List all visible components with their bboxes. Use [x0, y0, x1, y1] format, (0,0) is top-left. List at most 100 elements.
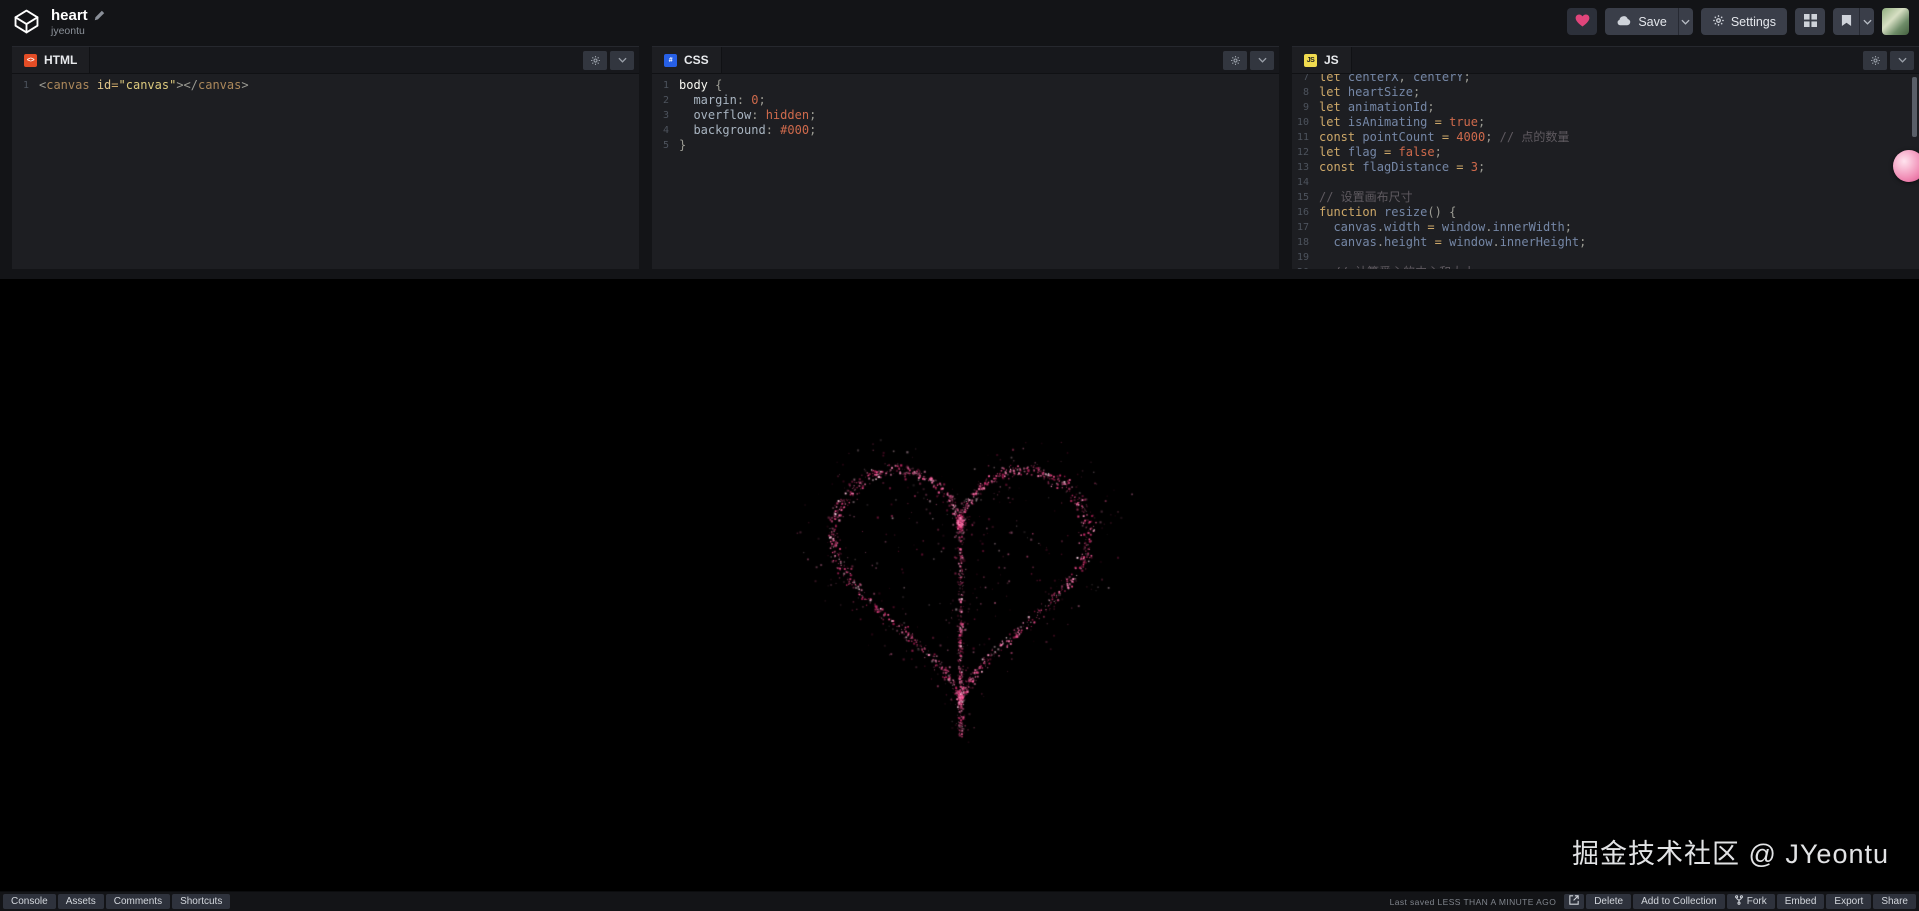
html-tab[interactable]: <> HTML: [12, 47, 90, 73]
js-icon: JS: [1304, 54, 1317, 67]
code-line: 18 canvas.height = window.innerHeight;: [1292, 235, 1919, 250]
css-tab[interactable]: # CSS: [652, 47, 722, 73]
code-line: 8let heartSize;: [1292, 85, 1919, 100]
line-number: 12: [1292, 145, 1319, 160]
html-editor-panel: <> HTML 1<canvas id="canvas"></canvas>: [12, 46, 639, 269]
codepen-logo[interactable]: [12, 8, 40, 36]
header: heart jyeontu Save: [0, 0, 1919, 43]
code-line: 20 // 计算爱心的中心和大小: [1292, 265, 1919, 269]
code-line: 1body {: [652, 78, 1279, 93]
codepen-editor-app: heart jyeontu Save: [0, 0, 1919, 911]
delete-button[interactable]: Delete: [1586, 894, 1631, 909]
floating-widget-badge[interactable]: [1893, 150, 1919, 182]
line-number: 13: [1292, 160, 1319, 175]
bookmark-button[interactable]: [1833, 8, 1859, 35]
html-panel-header: <> HTML: [12, 47, 639, 74]
line-number: 8: [1292, 85, 1319, 100]
footer-left: Console Assets Comments Shortcuts: [3, 894, 230, 909]
change-view-button[interactable]: [1795, 8, 1825, 35]
bookmark-button-group: [1833, 8, 1874, 35]
settings-button[interactable]: Settings: [1701, 8, 1787, 35]
like-button[interactable]: [1567, 8, 1597, 35]
code-line: 7let centerX, centerY;: [1292, 74, 1919, 85]
editor-row: <> HTML 1<canvas id="canvas"></canvas> #: [0, 43, 1919, 279]
line-number: 1: [652, 78, 679, 93]
code-line: 12let flag = false;: [1292, 145, 1919, 160]
line-number: 9: [1292, 100, 1319, 115]
save-button-group: Save: [1605, 8, 1693, 35]
js-editor-settings-button[interactable]: [1863, 51, 1887, 70]
line-number: 7: [1292, 74, 1319, 85]
html-icon: <>: [24, 54, 37, 67]
footer-right: Last saved LESS THAN A MINUTE AGO Delete…: [1390, 894, 1916, 909]
user-avatar[interactable]: [1882, 8, 1909, 35]
cloud-icon: [1616, 15, 1632, 29]
layout-grid-icon: [1804, 14, 1817, 30]
line-number: 5: [652, 138, 679, 153]
pen-author[interactable]: jyeontu: [51, 25, 105, 37]
line-number: 11: [1292, 130, 1319, 145]
css-code-area[interactable]: 1body {2 margin: 0;3 overflow: hidden;4 …: [652, 74, 1279, 269]
code-line: 2 margin: 0;: [652, 93, 1279, 108]
code-line: 4 background: #000;: [652, 123, 1279, 138]
assets-button[interactable]: Assets: [58, 894, 104, 909]
watermark: 掘金技术社区 @ JYeontu: [1572, 832, 1889, 871]
css-panel-header: # CSS: [652, 47, 1279, 74]
css-tab-label: CSS: [684, 53, 709, 67]
js-panel-header: JS JS: [1292, 47, 1919, 74]
line-number: 20: [1292, 265, 1319, 269]
line-number: 1: [12, 78, 39, 93]
css-panel-actions: [1223, 47, 1279, 73]
export-button[interactable]: Export: [1826, 894, 1871, 909]
line-number: 2: [652, 93, 679, 108]
header-left: heart jyeontu: [12, 7, 105, 37]
html-code-area[interactable]: 1<canvas id="canvas"></canvas>: [12, 74, 639, 269]
code-line: 5}: [652, 138, 1279, 153]
share-button[interactable]: Share: [1873, 894, 1916, 909]
comments-button[interactable]: Comments: [106, 894, 170, 909]
embed-button[interactable]: Embed: [1777, 894, 1825, 909]
console-button[interactable]: Console: [3, 894, 56, 909]
line-number: 14: [1292, 175, 1319, 190]
add-to-collection-button[interactable]: Add to Collection: [1633, 894, 1725, 909]
css-editor-collapse-button[interactable]: [1250, 51, 1274, 70]
code-line: 11const pointCount = 4000; // 点的数量: [1292, 130, 1919, 145]
fork-button[interactable]: Fork: [1727, 894, 1775, 909]
fork-icon: [1735, 895, 1743, 908]
js-tab[interactable]: JS JS: [1292, 47, 1352, 73]
code-line: 10let isAnimating = true;: [1292, 115, 1919, 130]
line-number: 4: [652, 123, 679, 138]
save-dropdown-button[interactable]: [1678, 8, 1693, 35]
line-number: 16: [1292, 205, 1319, 220]
code-line: 3 overflow: hidden;: [652, 108, 1279, 123]
shortcuts-button[interactable]: Shortcuts: [172, 894, 230, 909]
html-editor-collapse-button[interactable]: [610, 51, 634, 70]
save-button[interactable]: Save: [1605, 8, 1678, 35]
code-line: 17 canvas.width = window.innerWidth;: [1292, 220, 1919, 235]
footer: Console Assets Comments Shortcuts Last s…: [0, 891, 1919, 911]
header-right: Save Settings: [1567, 8, 1909, 35]
css-editor-settings-button[interactable]: [1223, 51, 1247, 70]
code-line: 19: [1292, 250, 1919, 265]
settings-label: Settings: [1731, 15, 1776, 29]
fork-label: Fork: [1747, 896, 1767, 907]
code-line: 14: [1292, 175, 1919, 190]
edit-title-icon[interactable]: [94, 10, 105, 21]
code-line: 13const flagDistance = 3;: [1292, 160, 1919, 175]
html-panel-actions: [583, 47, 639, 73]
code-line: 1<canvas id="canvas"></canvas>: [12, 78, 639, 93]
heart-icon: [1575, 14, 1590, 30]
line-number: 10: [1292, 115, 1319, 130]
last-saved-status: Last saved LESS THAN A MINUTE AGO: [1390, 897, 1557, 907]
js-editor-collapse-button[interactable]: [1890, 51, 1914, 70]
external-link-icon: [1569, 895, 1579, 908]
bookmark-dropdown-button[interactable]: [1859, 8, 1874, 35]
html-editor-settings-button[interactable]: [583, 51, 607, 70]
js-code-area[interactable]: 7let centerX, centerY;8let heartSize;9le…: [1292, 74, 1919, 269]
code-line: 9let animationId;: [1292, 100, 1919, 115]
live-view-button[interactable]: [1564, 894, 1584, 909]
line-number: 3: [652, 108, 679, 123]
js-scrollbar-thumb[interactable]: [1912, 77, 1917, 137]
code-line: 16function resize() {: [1292, 205, 1919, 220]
save-label: Save: [1638, 15, 1667, 29]
